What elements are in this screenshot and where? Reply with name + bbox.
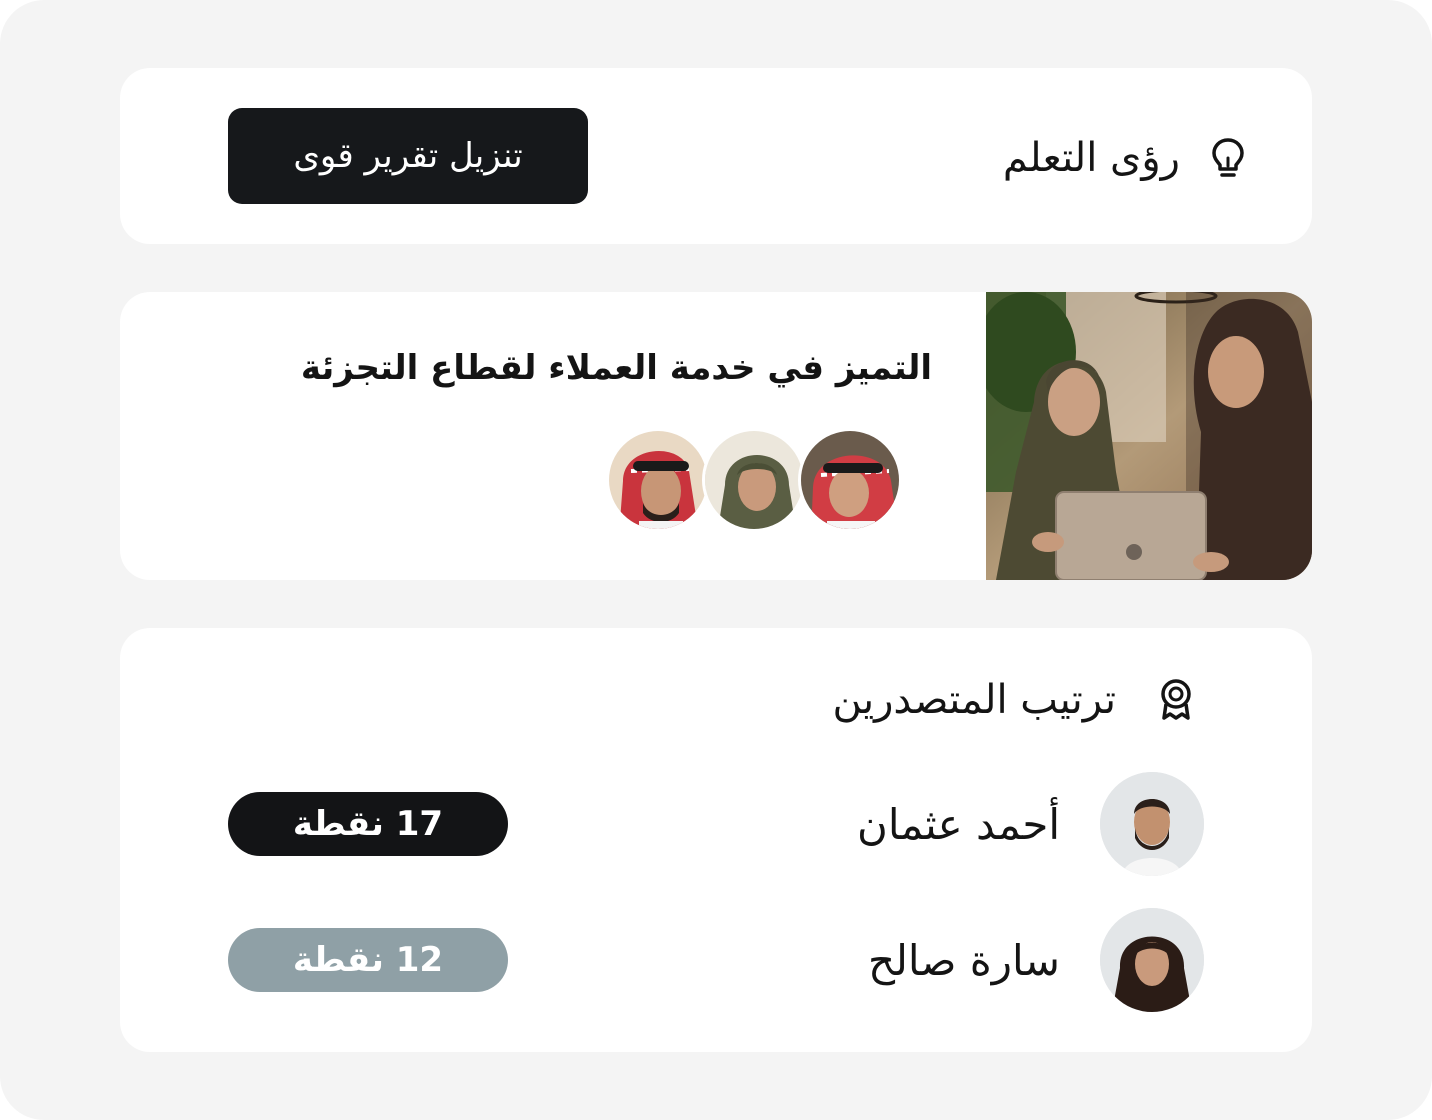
- learner-avatar: [702, 428, 806, 532]
- course-photo: [986, 292, 1312, 580]
- avatar: [1100, 772, 1204, 876]
- avatar: [1100, 908, 1204, 1012]
- leaderboard-name: أحمد عثمان: [857, 800, 1060, 849]
- learner-avatars: [606, 428, 902, 534]
- learner-avatar: [606, 428, 710, 532]
- award-icon: [1161, 679, 1191, 720]
- leaderboard-card: ترتيب المتصدرين أحمد عثمان 17 نقطة سارة …: [120, 628, 1312, 1052]
- points-badge: 12 نقطة: [228, 928, 508, 992]
- points-label: 12 نقطة: [292, 940, 444, 980]
- leaderboard-name: سارة صالح: [868, 936, 1060, 985]
- download-report-button[interactable]: تنزيل تقرير قوى: [228, 108, 588, 204]
- course-card[interactable]: التميز في خدمة العملاء لقطاع التجزئة: [120, 292, 1312, 580]
- app-frame: رؤى التعلم تنزيل تقرير قوى التميز في خدم…: [0, 0, 1432, 1120]
- learner-avatar: [798, 428, 902, 532]
- insights-card: رؤى التعلم تنزيل تقرير قوى: [120, 68, 1312, 244]
- insights-title: رؤى التعلم: [1002, 135, 1180, 181]
- points-label: 17 نقطة: [292, 804, 444, 844]
- leaderboard-title: ترتيب المتصدرين: [832, 677, 1116, 723]
- course-title: التميز في خدمة العملاء لقطاع التجزئة: [300, 348, 932, 388]
- download-report-label: تنزيل تقرير قوى: [293, 136, 523, 176]
- lightbulb-icon: [1212, 138, 1244, 177]
- points-badge: 17 نقطة: [228, 792, 508, 856]
